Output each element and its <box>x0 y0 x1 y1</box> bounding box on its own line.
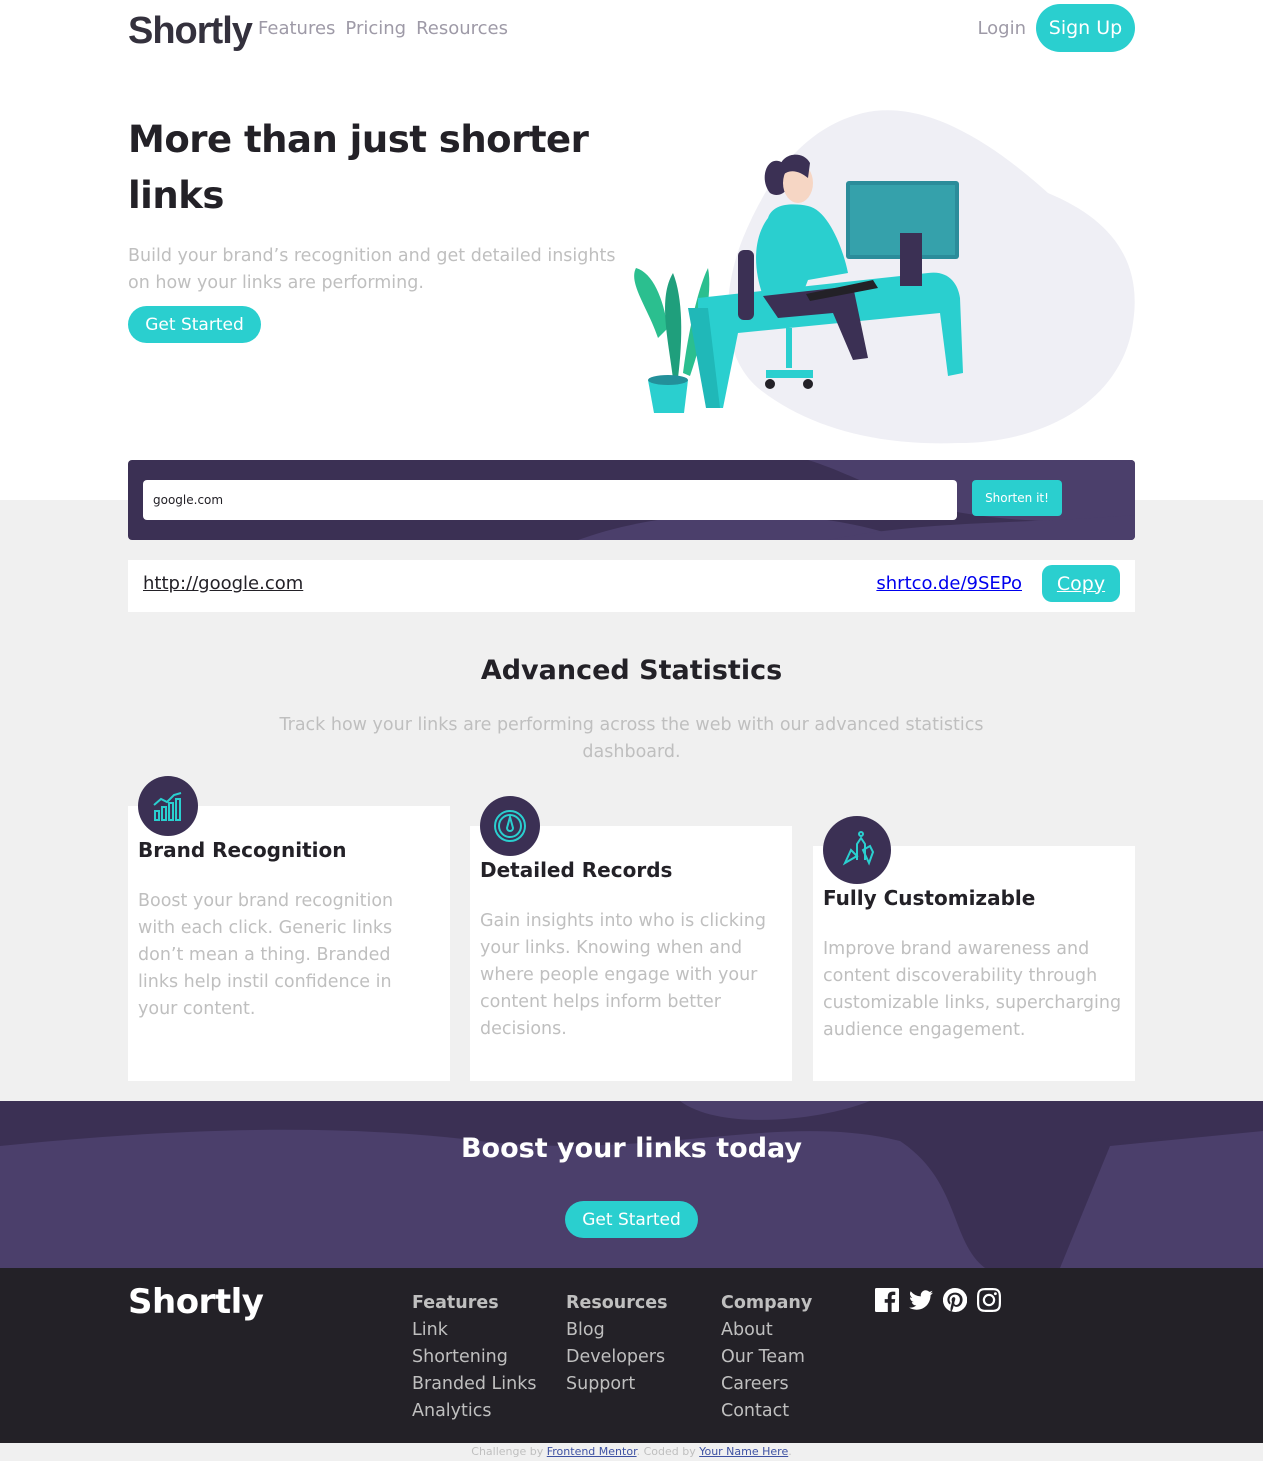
main-nav: Features Pricing Resources <box>258 18 508 39</box>
brand-recognition-chart-icon <box>138 776 198 836</box>
attribution-middle: . Coded by <box>636 1445 696 1458</box>
attribution-suffix: . <box>788 1445 792 1458</box>
hero-title: More than just shorter links <box>128 118 589 217</box>
card-text: Gain insights into who is clicking your … <box>480 911 766 1039</box>
footer-heading: Features <box>412 1293 499 1313</box>
twitter-icon[interactable] <box>909 1288 933 1312</box>
site-header: Shortly Features Pricing Resources Login… <box>128 4 1135 52</box>
shorten-button[interactable]: Shorten it! <box>972 480 1062 516</box>
facebook-icon[interactable] <box>875 1288 899 1312</box>
frontend-mentor-link[interactable]: Frontend Mentor <box>547 1445 637 1458</box>
fully-customizable-pens-icon <box>823 816 891 884</box>
attribution-prefix: Challenge by <box>471 1445 544 1458</box>
boost-title: Boost your links today <box>460 1133 803 1164</box>
footer-link[interactable]: Contact <box>721 1398 812 1425</box>
signup-button[interactable]: Sign Up <box>1036 4 1135 52</box>
footer-link[interactable]: Link <box>412 1317 537 1344</box>
short-link[interactable]: shrtco.de/9SEPo <box>876 573 1022 594</box>
social-links <box>875 1287 1001 1312</box>
footer-link[interactable]: Careers <box>721 1371 812 1398</box>
card-title: Brand Recognition <box>138 838 347 862</box>
card-title: Fully Customizable <box>823 886 1036 910</box>
footer-link[interactable]: About <box>721 1317 812 1344</box>
footer-logo[interactable]: Shortly <box>128 1282 264 1322</box>
attribution: Challenge by Frontend Mentor. Coded by Y… <box>0 1443 1263 1461</box>
footer-column-features: Features Link Shortening Branded Links A… <box>412 1290 537 1425</box>
shortened-link-row: http://google.com shrtco.de/9SEPo Copy <box>128 560 1135 612</box>
logo[interactable]: Shortly <box>128 10 253 53</box>
detailed-records-gauge-icon <box>480 796 540 856</box>
hero-subtitle: Build your brand’s recognition and get d… <box>128 246 616 293</box>
boost-get-started-button[interactable]: Get Started <box>565 1201 698 1238</box>
original-link[interactable]: http://google.com <box>143 573 303 594</box>
shorten-form: Shorten it! <box>128 460 1135 540</box>
login-link[interactable]: Login <box>977 18 1026 39</box>
footer-column-resources: Resources Blog Developers Support <box>566 1290 668 1398</box>
footer-link[interactable]: Branded Links <box>412 1371 537 1398</box>
site-footer: Shortly Features Link Shortening Branded… <box>0 1268 1263 1443</box>
nav-features[interactable]: Features <box>258 18 335 39</box>
author-link[interactable]: Your Name Here <box>699 1445 788 1458</box>
card-text: Improve brand awareness and content disc… <box>823 939 1122 1040</box>
footer-link[interactable]: Analytics <box>412 1398 537 1425</box>
footer-link[interactable]: Blog <box>566 1317 668 1344</box>
nav-pricing[interactable]: Pricing <box>345 18 406 39</box>
footer-link[interactable]: Shortening <box>412 1344 537 1371</box>
pinterest-icon[interactable] <box>942 1287 968 1312</box>
card-text: Boost your brand recognition with each c… <box>138 891 394 1019</box>
instagram-icon[interactable] <box>977 1288 1001 1312</box>
footer-link[interactable]: Support <box>566 1371 668 1398</box>
statistics-title: Advanced Statistics <box>480 655 783 686</box>
footer-link[interactable]: Our Team <box>721 1344 812 1371</box>
url-input[interactable] <box>143 480 957 520</box>
boost-banner: Boost your links today Get Started <box>0 1101 1263 1268</box>
footer-heading: Company <box>721 1293 813 1313</box>
footer-column-company: Company About Our Team Careers Contact <box>721 1290 812 1425</box>
statistics-subtitle: Track how your links are performing acro… <box>279 715 984 762</box>
boost-background-shape <box>0 1101 1263 1268</box>
nav-resources[interactable]: Resources <box>416 18 508 39</box>
footer-link[interactable]: Developers <box>566 1344 668 1371</box>
footer-heading: Resources <box>566 1293 668 1313</box>
hero-get-started-button[interactable]: Get Started <box>128 306 261 343</box>
working-illustration <box>634 110 1135 444</box>
copy-button[interactable]: Copy <box>1042 565 1120 602</box>
card-title: Detailed Records <box>480 858 673 882</box>
